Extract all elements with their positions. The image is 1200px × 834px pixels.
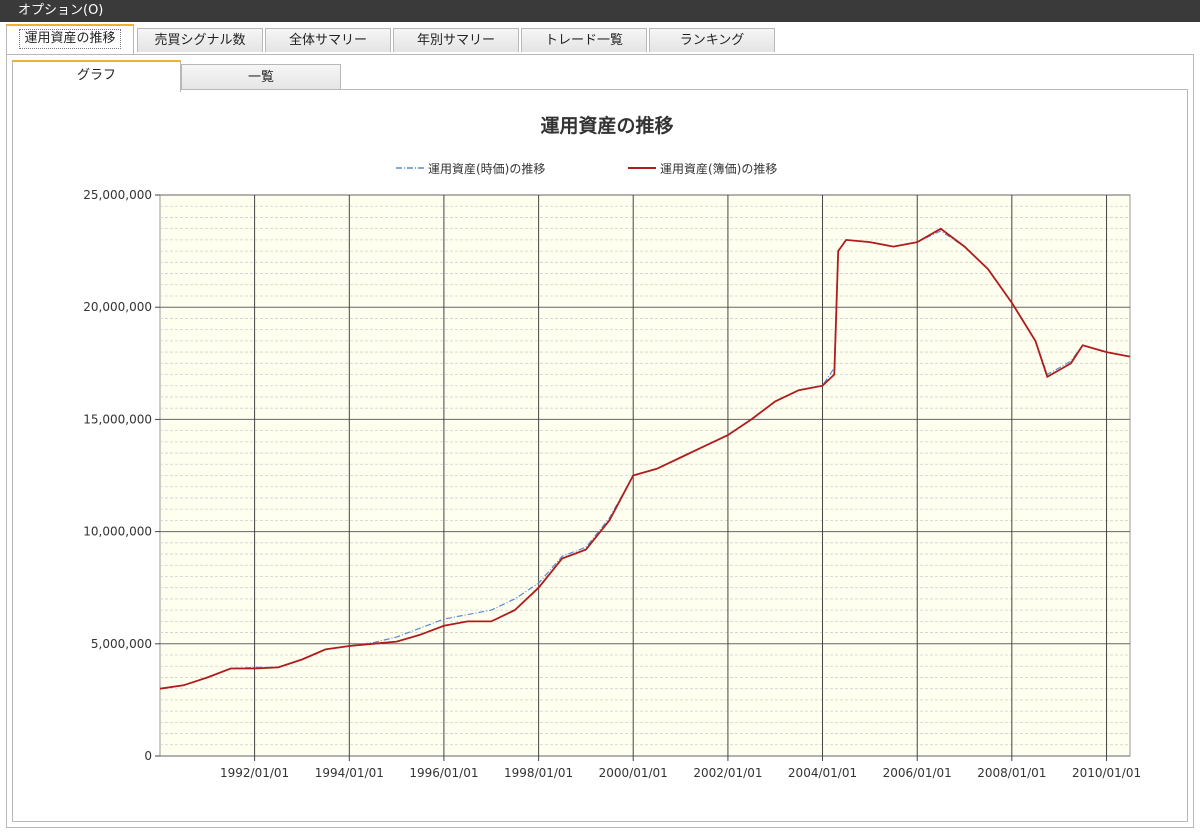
y-tick-label: 5,000,000: [91, 637, 152, 651]
x-tick-label: 2010/01/01: [1072, 766, 1141, 780]
y-tick-label: 0: [144, 749, 152, 763]
x-tick-label: 2008/01/01: [977, 766, 1046, 780]
x-tick-label: 2004/01/01: [788, 766, 857, 780]
chart-title: 運用資産の推移: [540, 114, 673, 137]
y-tick-label: 15,000,000: [83, 412, 152, 426]
x-axis-ticks: 1992/01/01 1994/01/01 1996/01/01 1998/01/01…: [220, 756, 1141, 780]
legend-label-book: 運用資産(簿価)の推移: [660, 161, 777, 176]
legend: 運用資産(時価)の推移 運用資産(簿価)の推移: [396, 161, 777, 176]
asset-trend-chart: 運用資産の推移 運用資産(時価)の推移 運用資産(簿価)の推移 0 5,000,0…: [83, 114, 1141, 780]
x-tick-label: 1994/01/01: [315, 766, 384, 780]
y-axis-ticks: 0 5,000,000 10,000,000 15,000,000 20,000,000…: [83, 188, 160, 763]
x-tick-label: 2002/01/01: [693, 766, 762, 780]
y-tick-label: 10,000,000: [83, 525, 152, 539]
x-tick-label: 1992/01/01: [220, 766, 289, 780]
tab-asset-trend[interactable]: 運用資産の推移: [6, 24, 134, 54]
x-tick-label: 1998/01/01: [504, 766, 573, 780]
x-tick-label: 2006/01/01: [883, 766, 952, 780]
x-tick-label: 1996/01/01: [409, 766, 478, 780]
y-tick-label: 25,000,000: [83, 188, 152, 202]
y-tick-label: 20,000,000: [83, 300, 152, 314]
x-tick-label: 2000/01/01: [599, 766, 668, 780]
legend-label-market: 運用資産(時価)の推移: [428, 161, 545, 176]
subtab-graph[interactable]: グラフ: [12, 60, 181, 92]
